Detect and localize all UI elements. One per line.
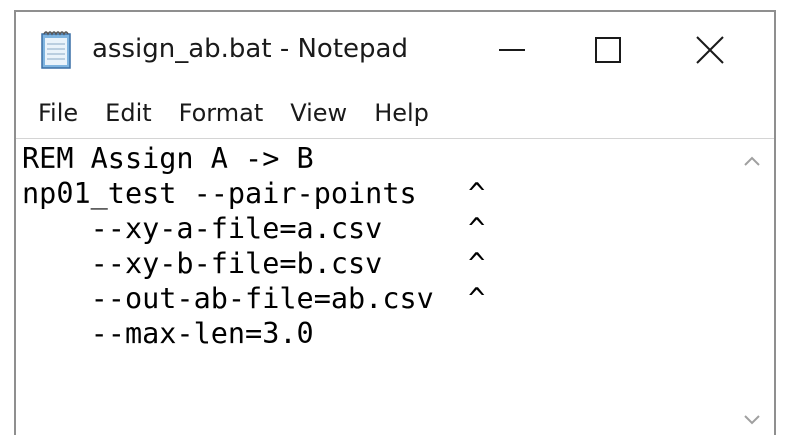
menu-format[interactable]: Format xyxy=(179,99,264,127)
maximize-icon xyxy=(595,37,621,63)
scroll-down-button[interactable] xyxy=(742,410,762,430)
title-bar[interactable]: assign_ab.bat - Notepad xyxy=(16,12,774,88)
vertical-scrollbar[interactable] xyxy=(730,139,774,438)
close-icon xyxy=(696,36,724,64)
notepad-icon xyxy=(40,30,74,70)
text-content[interactable]: REM Assign A -> B np01_test --pair-point… xyxy=(22,141,722,431)
maximize-button[interactable] xyxy=(560,12,656,88)
notepad-window: assign_ab.bat - Notepad File Edit Format… xyxy=(14,10,776,438)
chevron-down-icon xyxy=(744,415,760,425)
scroll-up-button[interactable] xyxy=(742,151,762,171)
window-title: assign_ab.bat - Notepad xyxy=(92,34,408,64)
menu-edit[interactable]: Edit xyxy=(105,99,151,127)
chevron-up-icon xyxy=(744,156,760,166)
minimize-button[interactable] xyxy=(464,12,560,88)
editor-area[interactable]: REM Assign A -> B np01_test --pair-point… xyxy=(16,138,774,438)
close-button[interactable] xyxy=(662,12,758,88)
minimize-icon xyxy=(499,49,525,51)
menu-help[interactable]: Help xyxy=(374,99,429,127)
menu-bar: File Edit Format View Help xyxy=(16,88,774,138)
menu-view[interactable]: View xyxy=(290,99,347,127)
menu-file[interactable]: File xyxy=(38,99,78,127)
